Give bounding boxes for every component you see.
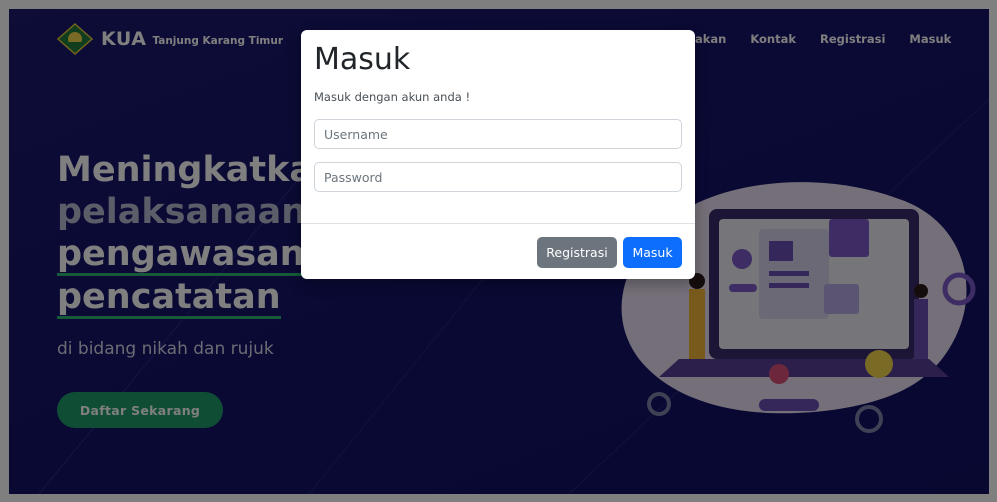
masuk-button[interactable]: Masuk [623,237,682,268]
password-input[interactable] [314,162,682,192]
login-modal: Masuk Masuk dengan akun anda ! Registras… [301,30,695,279]
registrasi-button[interactable]: Registrasi [537,237,617,268]
modal-footer-divider [301,223,695,224]
modal-subtitle: Masuk dengan akun anda ! [314,90,471,104]
username-input[interactable] [314,119,682,149]
modal-title: Masuk [314,42,411,77]
